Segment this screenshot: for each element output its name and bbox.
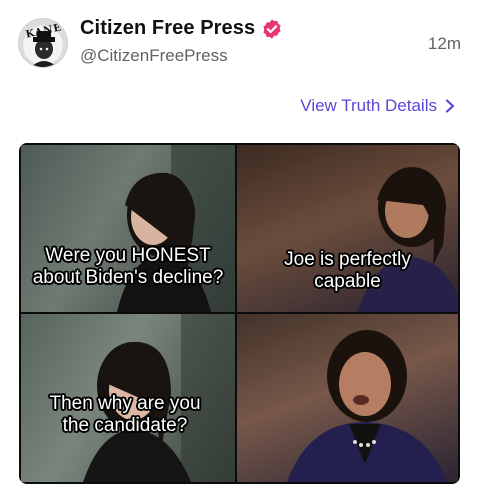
- verified-badge-icon: [263, 18, 281, 39]
- meme-panel-bottom-right: [237, 314, 458, 482]
- meme-panel-top-left: Were you HONEST about Biden's decline?: [21, 145, 235, 312]
- post-media-image[interactable]: Were you HONEST about Biden's decline? J…: [19, 143, 460, 484]
- avatar[interactable]: KANE: [18, 18, 68, 68]
- chevron-right-icon: [445, 99, 455, 113]
- user-handle[interactable]: @CitizenFreePress: [80, 46, 228, 66]
- meme-caption-top-right: Joe is perfectly capable: [284, 249, 411, 292]
- meme-caption-top-left: Were you HONEST about Biden's decline?: [32, 245, 224, 288]
- meme-panel-top-right: Joe is perfectly capable: [237, 145, 458, 312]
- meme-caption-bottom-left: Then why are you the candidate?: [49, 393, 201, 436]
- meme-panel-bottom-left: Then why are you the candidate?: [21, 314, 235, 482]
- speaker-figure-icon: [287, 330, 447, 482]
- name-row: Citizen Free Press: [80, 17, 283, 40]
- display-name[interactable]: Citizen Free Press: [80, 17, 255, 40]
- post-header: KANE Citizen Free Press @CitizenFreePres…: [0, 0, 479, 80]
- view-truth-details-label: View Truth Details: [300, 96, 437, 115]
- post-timestamp: 12m: [427, 34, 461, 53]
- view-truth-details-link[interactable]: View Truth Details: [300, 96, 455, 116]
